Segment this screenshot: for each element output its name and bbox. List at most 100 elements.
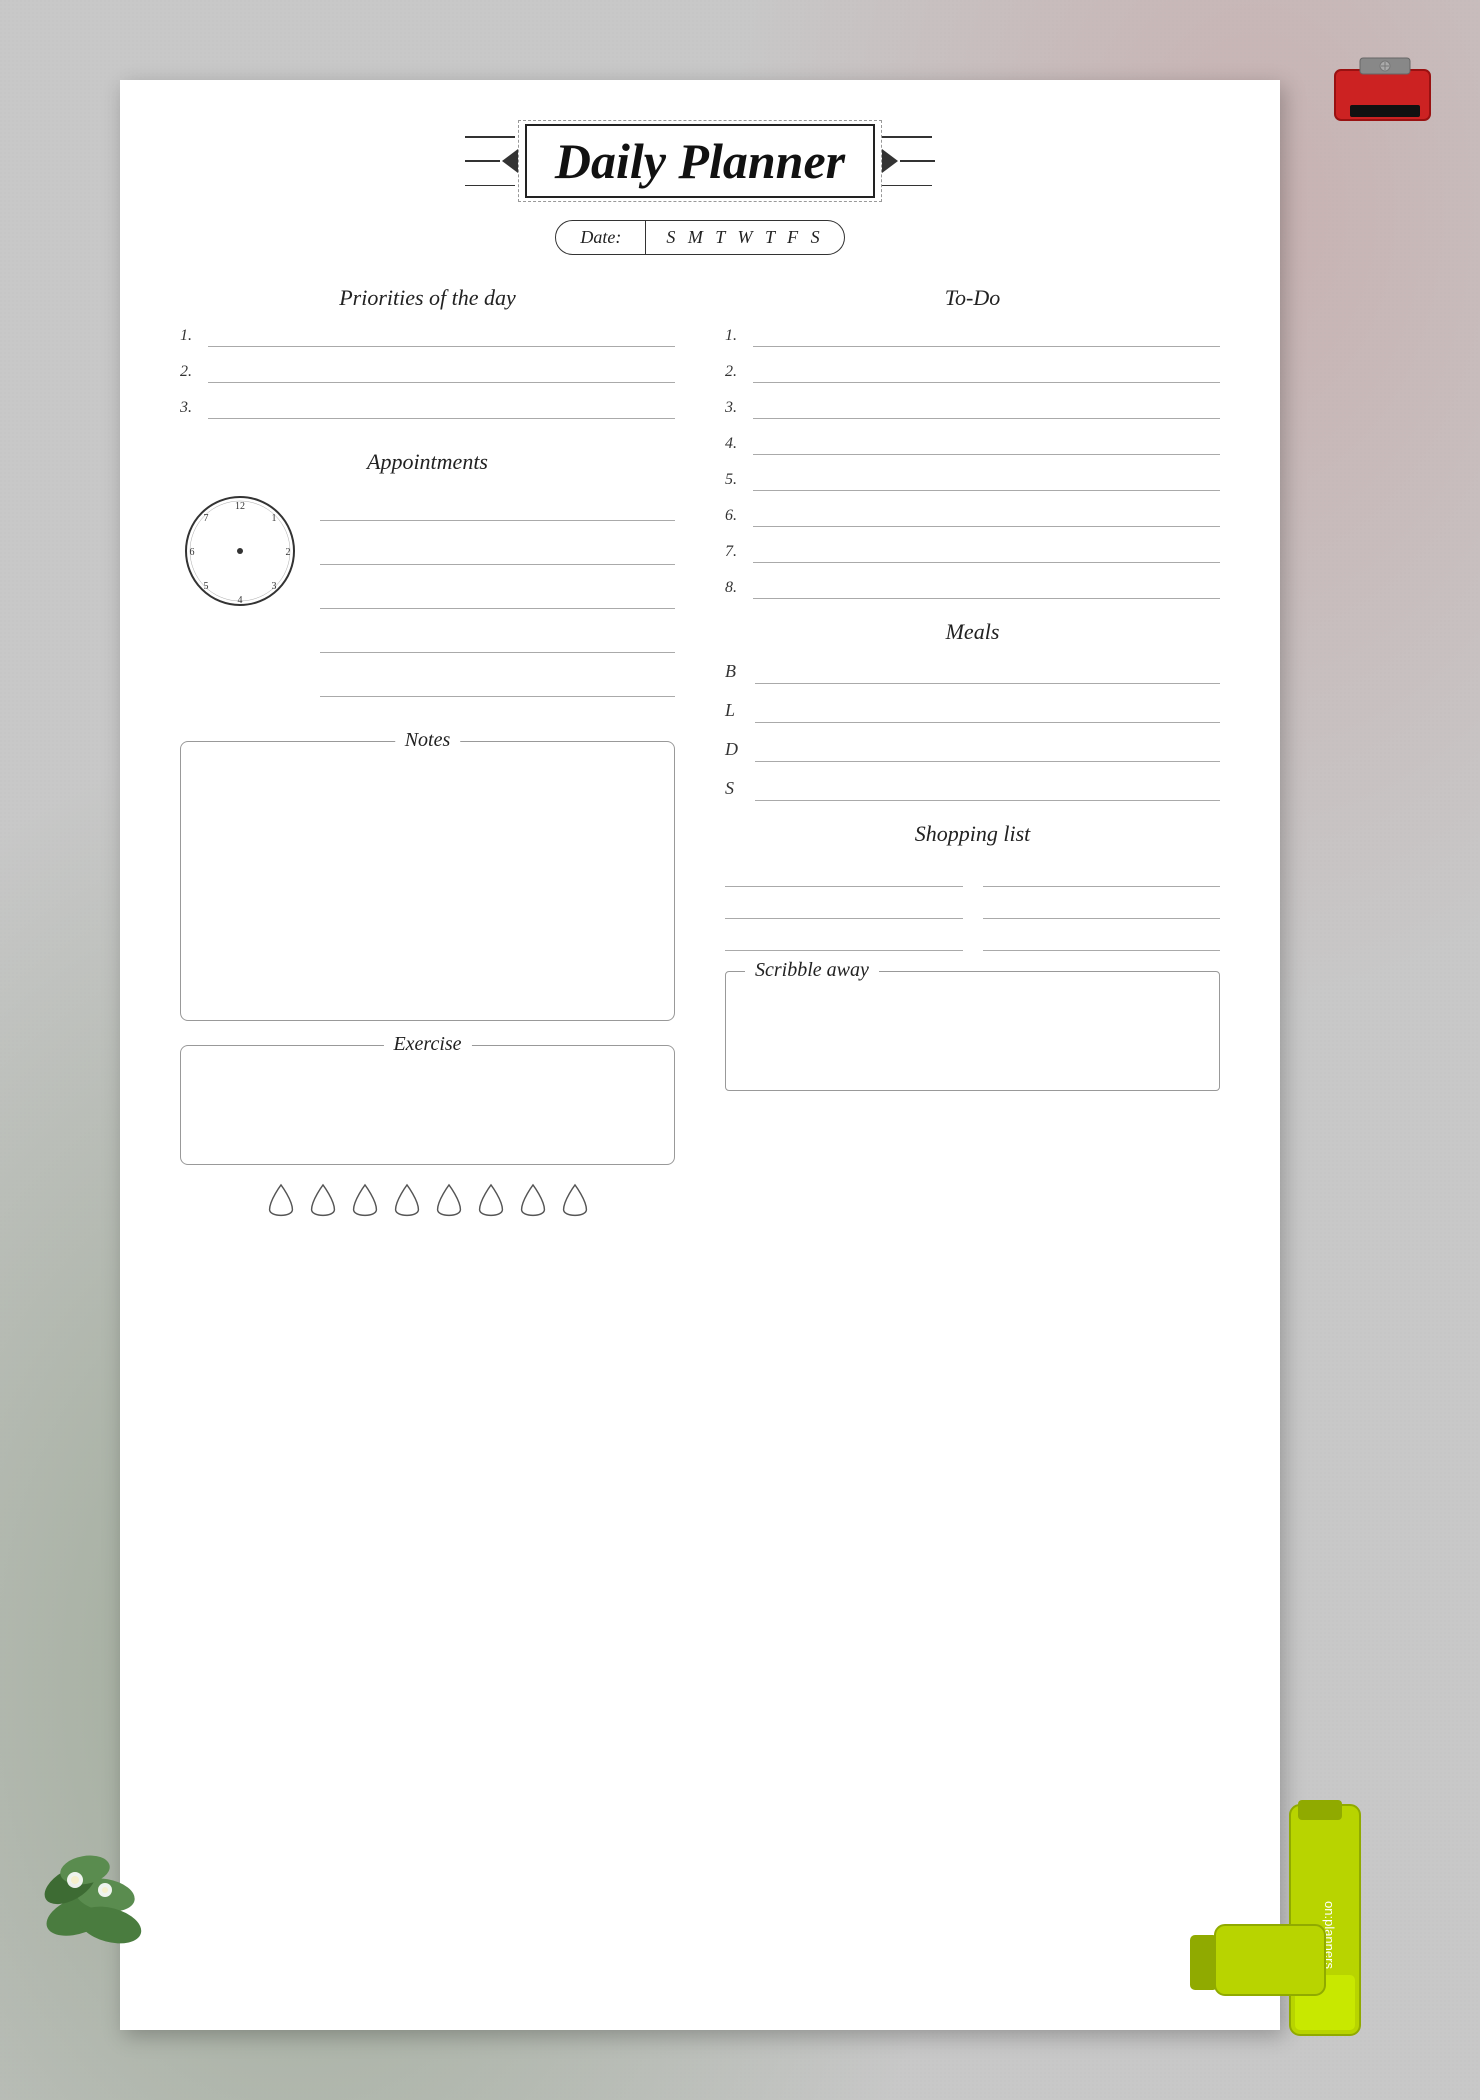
list-item: 1. [180,327,675,347]
todo-line-7[interactable] [753,545,1220,563]
shopping-line-3[interactable] [725,895,963,919]
list-item: 7. [725,543,1220,563]
meal-row-breakfast: B [725,661,1220,684]
meals-heading: Meals [725,619,1220,645]
pencil-sharpener [1330,50,1440,130]
todo-section: To-Do 1. 2. 3. 4. [725,285,1220,599]
appointment-lines [320,491,675,711]
water-drop-7[interactable] [517,1183,549,1223]
meal-row-snack: S [725,778,1220,801]
priorities-list: 1. 2. 3. [180,327,675,419]
svg-text:12: 12 [235,501,245,512]
notes-heading: Notes [395,729,461,752]
water-drop-8[interactable] [559,1183,591,1223]
water-drop-2[interactable] [307,1183,339,1223]
scribble-box[interactable] [725,971,1220,1091]
list-item: 3. [180,399,675,419]
list-item: 3. [725,399,1220,419]
priority-line-1[interactable] [208,329,675,347]
notes-box-wrapper: Notes [180,741,675,1021]
priority-line-3[interactable] [208,401,675,419]
priority-line-2[interactable] [208,365,675,383]
meal-line-lunch[interactable] [755,705,1220,723]
appointments-content: 12 1 2 3 4 5 6 7 [180,491,675,711]
svg-text:1: 1 [272,513,277,524]
shopping-section: Shopping list [725,821,1220,951]
shopping-grid [725,863,1220,951]
meal-row-lunch: L [725,700,1220,723]
todo-heading: To-Do [725,285,1220,311]
water-drop-5[interactable] [433,1183,465,1223]
shopping-line-4[interactable] [983,895,1221,919]
shopping-line-6[interactable] [983,927,1221,951]
todo-line-1[interactable] [753,329,1220,347]
shopping-line-1[interactable] [725,863,963,887]
shopping-line-5[interactable] [725,927,963,951]
title-area: Daily Planner [180,120,1220,202]
list-item: 1. [725,327,1220,347]
meal-row-dinner: D [725,739,1220,762]
meal-line-snack[interactable] [755,783,1220,801]
ribbon-right [882,136,935,186]
todo-line-3[interactable] [753,401,1220,419]
list-item: 6. [725,507,1220,527]
todo-line-4[interactable] [753,437,1220,455]
planner-page: Daily Planner Date: S M T W T F S [120,80,1280,2030]
list-item: 5. [725,471,1220,491]
svg-text:2: 2 [286,547,291,558]
water-drop-6[interactable] [475,1183,507,1223]
days-of-week[interactable]: S M T W T F S [646,220,844,255]
appt-line-5[interactable] [320,667,675,697]
appointments-section: Appointments 12 1 2 3 4 5 6 7 [180,449,675,711]
svg-text:6: 6 [190,547,195,558]
scribble-heading: Scribble away [745,959,879,982]
todo-line-6[interactable] [753,509,1220,527]
plant [30,1795,170,2000]
shopping-line-2[interactable] [983,863,1221,887]
appointments-heading: Appointments [180,449,675,475]
svg-text:7: 7 [204,513,209,524]
todo-line-8[interactable] [753,581,1220,599]
priorities-section: Priorities of the day 1. 2. 3. [180,285,675,419]
list-item: 2. [725,363,1220,383]
date-bar: Date: S M T W T F S [180,220,1220,255]
water-drop-4[interactable] [391,1183,423,1223]
notes-box[interactable] [180,741,675,1021]
meal-line-breakfast[interactable] [755,666,1220,684]
list-item: 4. [725,435,1220,455]
svg-text:5: 5 [204,581,209,592]
exercise-box-wrapper: Exercise [180,1045,675,1165]
page-title: Daily Planner [555,133,845,189]
notes-section: Notes [180,741,675,1021]
date-label[interactable]: Date: [555,220,646,255]
meal-line-dinner[interactable] [755,744,1220,762]
right-column: To-Do 1. 2. 3. 4. [725,285,1220,1223]
priorities-heading: Priorities of the day [180,285,675,311]
title-solid-border: Daily Planner [525,124,875,198]
exercise-section: Exercise [180,1045,675,1165]
list-item: 2. [180,363,675,383]
appt-line-1[interactable] [320,491,675,521]
list-item: 8. [725,579,1220,599]
todo-line-5[interactable] [753,473,1220,491]
appt-line-3[interactable] [320,579,675,609]
shopping-heading: Shopping list [725,821,1220,847]
appt-line-2[interactable] [320,535,675,565]
ribbon-left [465,136,518,186]
meals-section: Meals B L D S [725,619,1220,801]
appt-line-4[interactable] [320,623,675,653]
todo-line-2[interactable] [753,365,1220,383]
water-drops [180,1183,675,1223]
clock: 12 1 2 3 4 5 6 7 [180,491,300,611]
highlighter-group: on:planners [1180,1795,1400,2080]
water-drop-1[interactable] [265,1183,297,1223]
title-dashed-border: Daily Planner [518,120,882,202]
exercise-heading: Exercise [383,1033,471,1056]
left-column: Priorities of the day 1. 2. 3. [180,285,675,1223]
water-drop-3[interactable] [349,1183,381,1223]
todo-list: 1. 2. 3. 4. [725,327,1220,599]
svg-text:3: 3 [272,581,277,592]
svg-text:4: 4 [238,595,243,606]
scribble-box-wrapper: Scribble away [725,971,1220,1091]
exercise-box[interactable] [180,1045,675,1165]
